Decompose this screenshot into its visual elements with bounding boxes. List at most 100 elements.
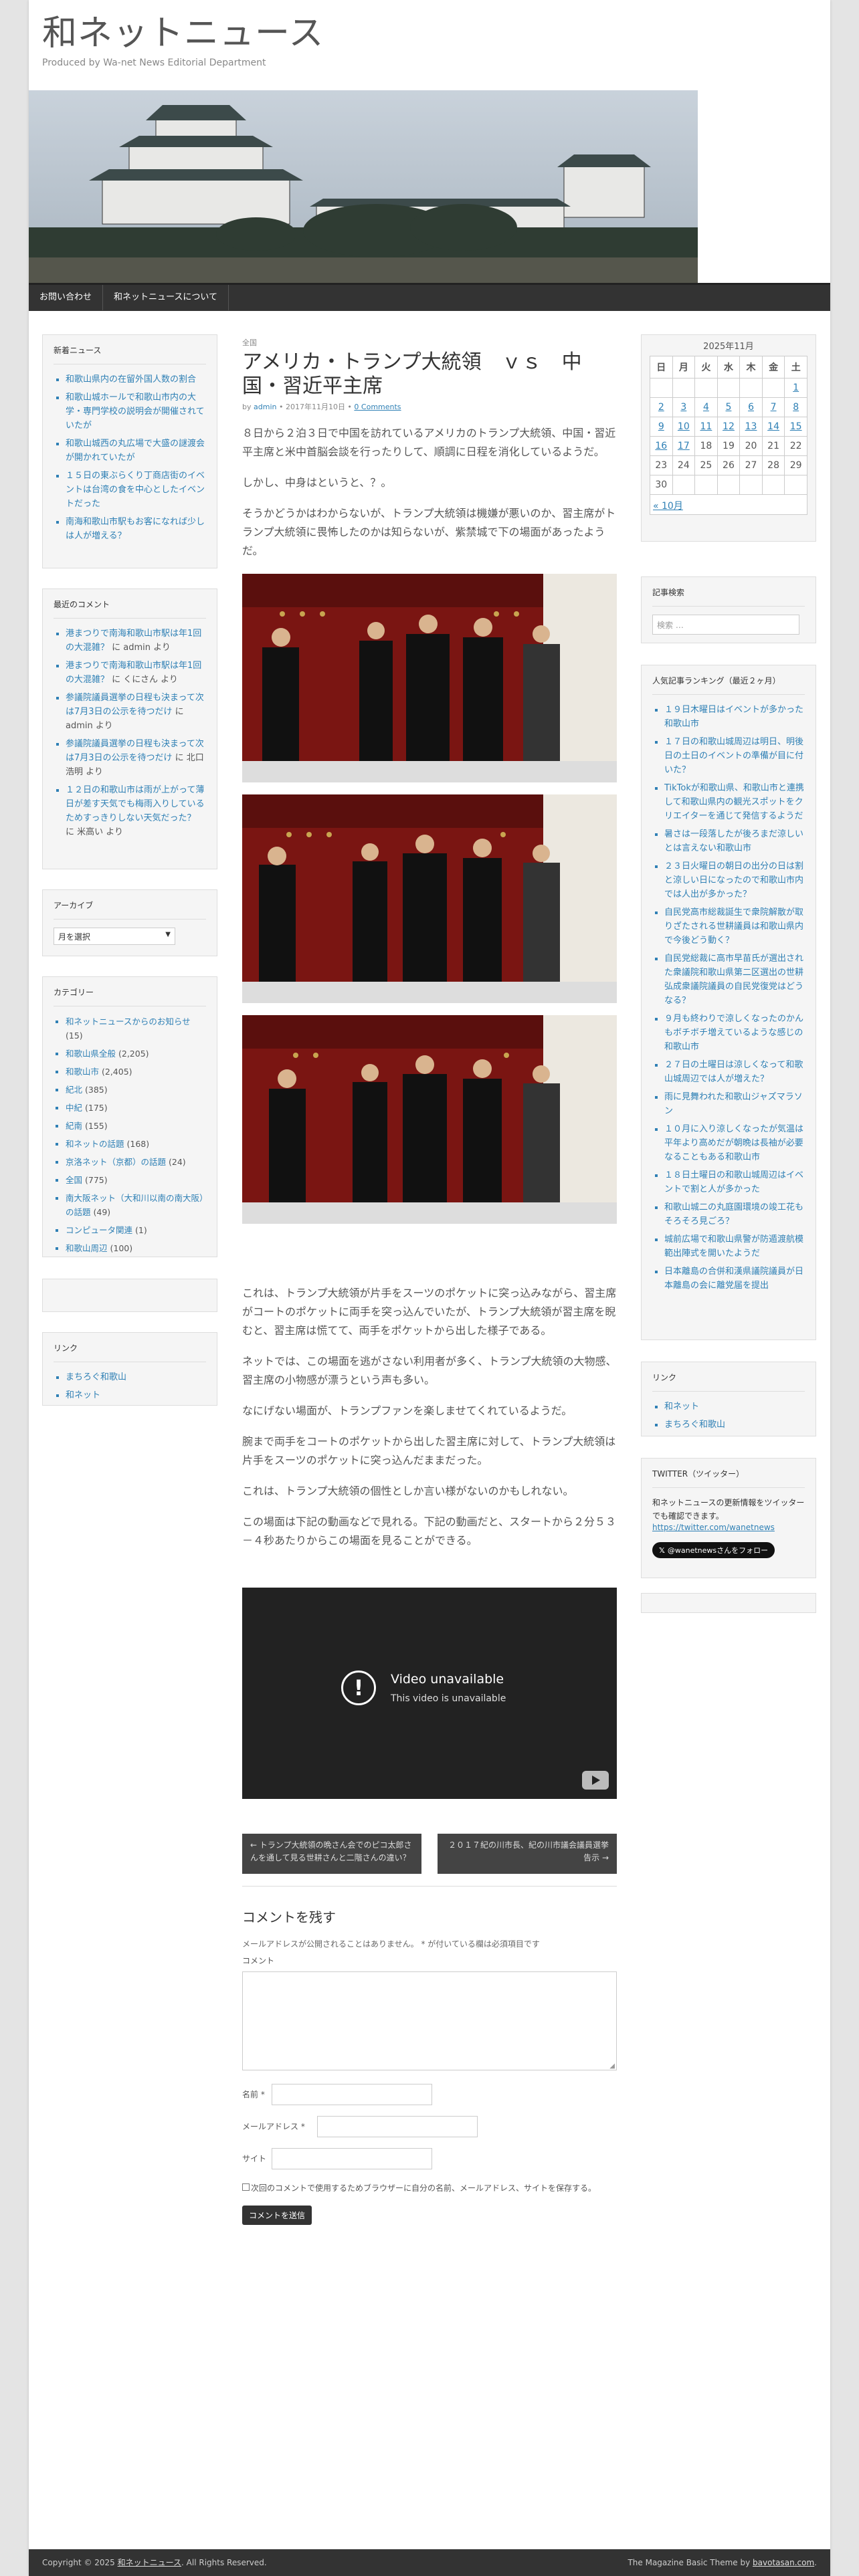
widget-title: リンク bbox=[652, 1372, 805, 1392]
calendar-day-link[interactable]: 8 bbox=[793, 402, 799, 413]
calendar-day-link[interactable]: 16 bbox=[655, 441, 667, 451]
ranking-link[interactable]: １０月に入り涼しくなったが気温は平年より高めだが朝晩は長袖が必要なることもある和… bbox=[664, 1124, 803, 1162]
meta-date: • 2017年11月10日 • bbox=[276, 403, 355, 411]
calendar-day: 6 bbox=[739, 397, 763, 417]
category-link[interactable]: 和歌山周辺 bbox=[66, 1243, 108, 1253]
ranking-link[interactable]: 暑さは一段落したが後ろまだ涼しいとは言えない和歌山市 bbox=[664, 829, 803, 853]
widget-title: 最近のコメント bbox=[54, 599, 206, 619]
category-link[interactable]: 京洛ネット（京都）の話題 bbox=[66, 1157, 166, 1167]
article-photo bbox=[242, 574, 617, 782]
category-link[interactable]: 南大阪ネット（大和川以南の南大阪）の話題 bbox=[66, 1193, 203, 1217]
nav-item-about[interactable]: 和ネットニュースについて bbox=[103, 285, 229, 310]
link-item[interactable]: まちろぐ和歌山 bbox=[664, 1420, 725, 1430]
calendar-day-link[interactable]: 15 bbox=[790, 421, 802, 432]
ranking-link[interactable]: 和歌山城二の丸庭園環境の竣工花もそろそろ見ごろ？ bbox=[664, 1202, 803, 1226]
category-link[interactable]: 和ネットニュースからのお知らせ bbox=[66, 1016, 191, 1027]
calendar-day-link[interactable]: 3 bbox=[680, 402, 686, 413]
calendar-day-link[interactable]: 9 bbox=[658, 421, 664, 432]
widget-recent-comments: 最近のコメント 港まつりで南海和歌山市駅は年1回の大混雑？ に admin より… bbox=[42, 588, 217, 869]
calendar-day: 14 bbox=[761, 417, 785, 437]
calendar-day-link[interactable]: 11 bbox=[700, 421, 712, 432]
page: 和ネットニュース Produced by Wa-net News Editori… bbox=[29, 0, 830, 2576]
calendar-day-link[interactable]: 14 bbox=[767, 421, 779, 432]
youtube-icon[interactable] bbox=[582, 1771, 609, 1790]
news-link[interactable]: 和歌山城西の丸広場で大盛の謎渡会が開かれていたが bbox=[66, 439, 205, 463]
category-link[interactable]: 中紀 bbox=[66, 1103, 82, 1113]
meta-by: by bbox=[242, 403, 254, 411]
calendar-day bbox=[672, 475, 696, 495]
calendar-day-link[interactable]: 12 bbox=[723, 421, 735, 432]
cookie-checkbox[interactable] bbox=[242, 2183, 250, 2191]
author-link[interactable]: admin bbox=[254, 403, 276, 411]
ranking-link[interactable]: ２７日の土曜日は涼しくなって和歌山城周辺では人が増えた？ bbox=[664, 1060, 803, 1084]
ranking-link[interactable]: 城前広場で和歌山県警が防遁渡航模範出陣式を開いたようだ bbox=[664, 1235, 803, 1259]
ranking-link[interactable]: TikTokが和歌山県、和歌山市と連携して和歌山県内の観光スポットをクリエイター… bbox=[664, 783, 804, 821]
ranking-link[interactable]: ２３日火曜日の朝日の出分の日は割と涼しい日になったので和歌山市内では人出が多かっ… bbox=[664, 861, 803, 899]
archive-select[interactable]: 月を選択 ▼ bbox=[54, 928, 175, 945]
news-link[interactable]: 南海和歌山市駅もお客になれば少しは人が増える？ bbox=[66, 517, 205, 541]
calendar-day-link[interactable]: 10 bbox=[678, 421, 690, 432]
category-link[interactable]: コンピュータ関連 bbox=[66, 1225, 132, 1235]
link-item[interactable]: 和ネット bbox=[66, 1390, 100, 1400]
category-link[interactable]: 和歌山県全般 bbox=[66, 1049, 116, 1059]
calendar-day-link[interactable]: 5 bbox=[726, 402, 732, 413]
calendar-day: 20 bbox=[739, 436, 763, 456]
widget-title: 人気記事ランキング（最近２ヶ月） bbox=[652, 675, 805, 695]
calendar-day-header: 日 bbox=[650, 356, 673, 379]
prev-post-link[interactable]: ← トランプ大統領の晩さん会でのピコ太郎さんを通して見る世耕さんと二階さんの違い… bbox=[242, 1834, 421, 1874]
calendar-day-link[interactable]: 13 bbox=[745, 421, 757, 432]
calendar-day bbox=[694, 378, 718, 398]
ranking-link[interactable]: ９月も終わりで涼しくなったのかんもボチボチ増えているような感じの和歌山市 bbox=[664, 1014, 803, 1052]
link-item[interactable]: 和ネット bbox=[664, 1402, 699, 1412]
calendar-day-link[interactable]: 2 bbox=[658, 402, 664, 413]
nav-item-contact[interactable]: お問い合わせ bbox=[29, 285, 104, 310]
email-input[interactable] bbox=[317, 2116, 478, 2137]
news-link[interactable]: 和歌山城ホールで和歌山市内の大学・専門学校の説明会が開催されていたが bbox=[66, 393, 205, 431]
calendar-day bbox=[739, 475, 763, 495]
ranking-link[interactable]: 自民党高市総裁誕生で衆院解散が取りざたされる世耕議員は和歌山県内で今後どう動く？ bbox=[664, 907, 803, 946]
ranking-link[interactable]: １８日土曜日の和歌山城周辺はイベントで割と人が多かった bbox=[664, 1170, 803, 1194]
ranking-link[interactable]: １９日木曜日はイベントが多かった和歌山市 bbox=[664, 705, 803, 729]
category-link[interactable]: 和ネットの話題 bbox=[66, 1139, 124, 1149]
calendar-day-link[interactable]: 6 bbox=[748, 402, 754, 413]
site-title[interactable]: 和ネットニュース bbox=[42, 13, 817, 53]
submit-comment-button[interactable]: コメントを送信 bbox=[242, 2206, 312, 2225]
ranking-link[interactable]: 雨に見舞われた和歌山ジャズマラソン bbox=[664, 1092, 803, 1116]
ranking-link[interactable]: １７日の和歌山城周辺は明日、明後日の土日のイベントの準備が目に付いた？ bbox=[664, 737, 803, 775]
site-description: Produced by Wa-net News Editorial Depart… bbox=[42, 58, 266, 68]
category-link[interactable]: 紀南 bbox=[66, 1121, 82, 1131]
video-embed[interactable]: ! Video unavailable This video is unavai… bbox=[242, 1588, 617, 1799]
ranking-link[interactable]: 自民党総裁に高市早苗氏が選出された衆議院和歌山県第二区選出の世耕弘成衆議院議員の… bbox=[664, 954, 803, 1006]
article-category[interactable]: 全国 bbox=[242, 337, 617, 348]
ranking-link[interactable]: 日本離島の合併和漢県議院議員が日本離島の会に離党届を提出 bbox=[664, 1267, 803, 1291]
twitter-url[interactable]: https://twitter.com/wanetnews bbox=[652, 1523, 775, 1532]
twitter-follow-button[interactable]: 𝕏 @wanetnewsさんをフォロー bbox=[652, 1542, 775, 1558]
search-input[interactable]: 検索 … bbox=[652, 615, 799, 635]
calendar-prev-month[interactable]: « 10月 bbox=[653, 499, 683, 512]
next-post-link[interactable]: ２０１７紀の川市長、紀の川市議会議員選挙告示 → bbox=[438, 1834, 617, 1874]
footer-site-link[interactable]: 和ネットニュース bbox=[118, 2558, 181, 2567]
required-note: メールアドレスが公開されることはありません。 * が付いている欄は必須項目です bbox=[242, 1939, 540, 1949]
calendar-day-link[interactable]: 17 bbox=[678, 441, 690, 451]
main-nav: お問い合わせ 和ネットニュースについて bbox=[29, 283, 830, 311]
archive-select-value: 月を選択 bbox=[58, 932, 91, 942]
calendar-day: 26 bbox=[717, 455, 741, 475]
calendar-day: 22 bbox=[784, 436, 807, 456]
comments-link[interactable]: 0 Comments bbox=[354, 403, 401, 411]
website-input[interactable] bbox=[272, 2148, 432, 2169]
comment-link[interactable]: １２日の和歌山市は雨が上がって薄日が差す天気でも梅雨入りしているためすっきりしな… bbox=[66, 785, 205, 823]
link-item[interactable]: まちろぐ和歌山 bbox=[66, 1372, 126, 1382]
widget-calendar: 2025年11月 日月火水木金土 1 2 3 4 5 6 7 8 9 10 11 12 13 14 15 16… bbox=[641, 334, 816, 542]
category-link[interactable]: 紀北 bbox=[66, 1085, 82, 1095]
calendar-day-link[interactable]: 7 bbox=[771, 402, 777, 413]
category-link[interactable]: 全国 bbox=[66, 1175, 82, 1185]
calendar-day-link[interactable]: 4 bbox=[703, 402, 709, 413]
category-link[interactable]: 和歌山市 bbox=[66, 1067, 99, 1077]
name-input[interactable] bbox=[272, 2084, 432, 2105]
news-link[interactable]: 和歌山県内の在留外国人数の割合 bbox=[66, 374, 196, 385]
footer-theme-link[interactable]: bavotasan.com bbox=[753, 2558, 814, 2567]
email-label: メールアドレス * bbox=[242, 2122, 305, 2131]
comment-textarea[interactable]: ◢ bbox=[242, 1971, 617, 2070]
news-link[interactable]: １５日の東ぶらくり丁商店街のイベントは台湾の食を中心としたイベントだった bbox=[66, 471, 205, 509]
calendar-day-link[interactable]: 1 bbox=[793, 383, 799, 393]
